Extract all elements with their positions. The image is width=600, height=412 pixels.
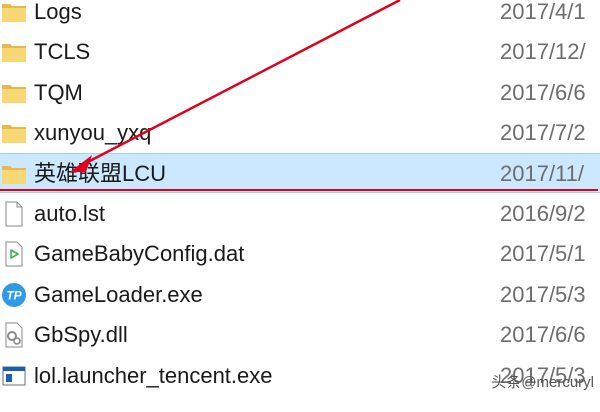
list-item-logs[interactable]: Logs 2017/4/1 [0,0,600,32]
file-name: GameBabyConfig.dat [34,241,245,266]
file-date: 2017/4/1 [500,0,586,24]
list-item-tqm[interactable]: TQM 2017/6/6 [0,73,600,113]
list-item-tcls[interactable]: TCLS 2017/12/ [0,32,600,72]
file-name: lol.launcher_tencent.exe [34,363,273,388]
file-date: 2016/9/2 [500,201,586,226]
list-item-gbspy[interactable]: GbSpy.dll 2017/6/6 [0,315,600,355]
file-list: Logs 2017/4/1 TCLS 2017/12/ TQM 2017/6/6… [0,0,600,412]
folder-icon [2,4,26,22]
file-name: GbSpy.dll [34,322,128,347]
file-name: TCLS [34,39,91,64]
file-name: 英雄联盟LCU [34,161,167,186]
list-item-gamebabyconfig[interactable]: GameBabyConfig.dat 2017/5/1 [0,234,600,274]
folder-icon [2,85,26,103]
file-name: TQM [34,80,83,105]
file-name: xunyou_yxq [34,120,152,145]
folder-icon [2,44,26,62]
file-date: 2017/11/ [500,161,585,186]
file-name: Logs [34,0,82,24]
file-date: 2017/6/6 [500,80,586,105]
folder-icon [2,125,26,143]
tp-app-icon: TP [2,283,26,307]
dll-file-icon [5,322,23,348]
file-date: 2017/5/3 [500,282,586,307]
list-item-lol-lcu[interactable]: 英雄联盟LCU 2017/11/ [0,153,600,193]
exe-window-icon [2,366,26,386]
file-date: 2017/7/2 [500,120,586,145]
blank-file-icon [5,201,23,227]
list-item-xunyou[interactable]: xunyou_yxq 2017/7/2 [0,113,600,153]
list-item-gameloader[interactable]: TP GameLoader.exe 2017/5/3 [0,275,600,315]
file-date: 2017/5/1 [500,241,586,266]
file-date: 2017/12/ [500,39,586,64]
file-name: GameLoader.exe [34,282,203,307]
svg-text:TP: TP [6,289,22,303]
list-item-auto-lst[interactable]: auto.lst 2016/9/2 [0,194,600,234]
media-file-icon [5,241,23,267]
folder-icon [2,166,26,184]
file-date: 2017/6/6 [500,322,586,347]
file-name: auto.lst [34,201,105,226]
watermark: 头条@mercuryl [491,374,594,391]
